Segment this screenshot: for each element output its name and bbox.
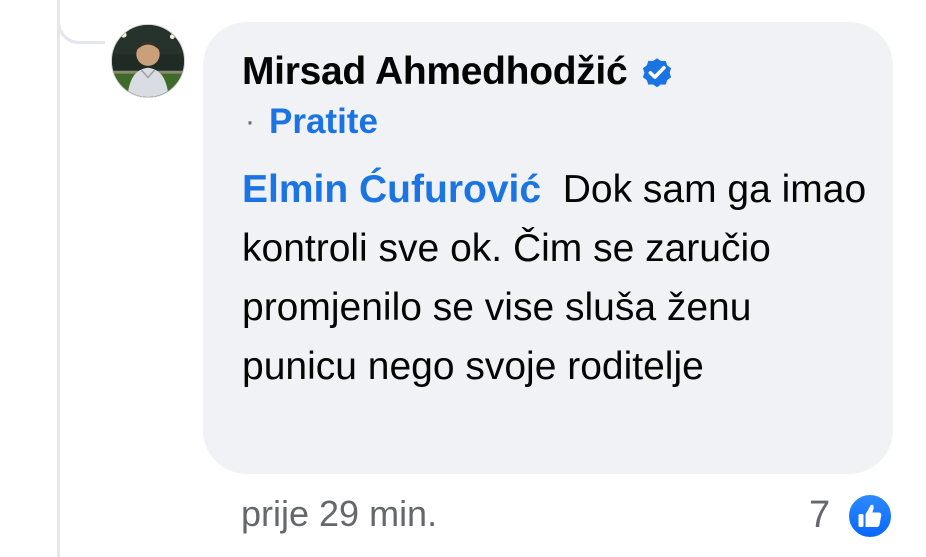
verified-badge-icon — [643, 57, 672, 87]
reaction-count[interactable]: 7 — [809, 496, 830, 534]
like-reaction-icon[interactable] — [846, 492, 894, 540]
author-name[interactable]: Mirsad Ahmedhodžić — [242, 52, 628, 91]
avatar-photo — [112, 25, 184, 97]
comment-bubble: Mirsad Ahmedhodžić · Pratite Elmin Ćufur… — [203, 22, 893, 474]
avatar[interactable] — [111, 24, 185, 98]
separator-dot: · — [245, 104, 255, 138]
comment-timestamp[interactable]: prije 29 min. — [241, 496, 437, 532]
thread-connector — [57, 0, 105, 44]
comment-text: Elmin Ćufurović Dok sam ga imao kontroli… — [242, 160, 872, 396]
follow-row: · Pratite — [245, 104, 378, 139]
follow-button[interactable]: Pratite — [269, 104, 378, 139]
mention-link[interactable]: Elmin Ćufurović — [242, 168, 541, 211]
comment-thread: Mirsad Ahmedhodžić · Pratite Elmin Ćufur… — [0, 0, 926, 557]
author-row: Mirsad Ahmedhodžić — [242, 52, 675, 91]
thread-line — [57, 0, 60, 557]
